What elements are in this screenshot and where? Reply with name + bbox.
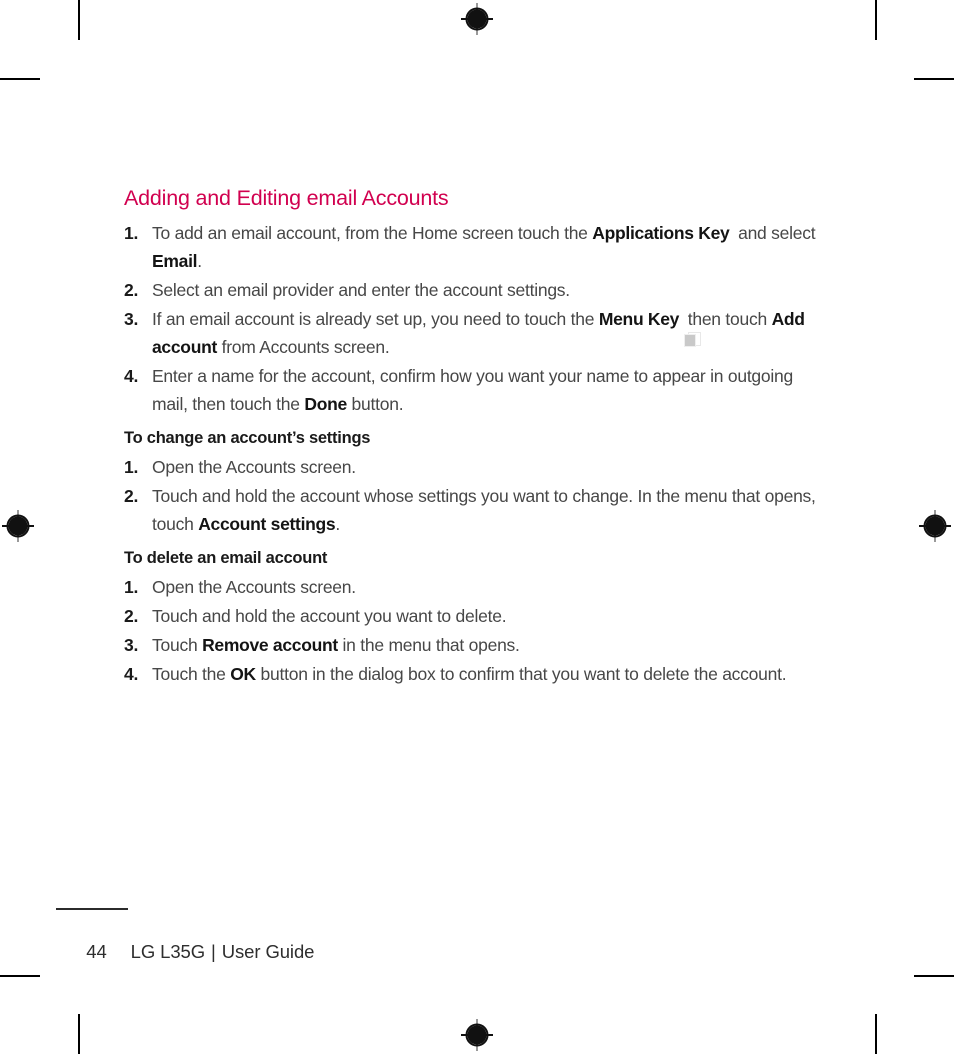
crop-mark-top-left-horizontal bbox=[0, 78, 40, 80]
list-item-number: 4. bbox=[124, 664, 139, 685]
list-item-number: 4. bbox=[124, 365, 139, 386]
list-item: 1. Open the Accounts screen. bbox=[124, 453, 830, 481]
list-item: 1. Open the Accounts screen. bbox=[124, 573, 830, 601]
subsection-heading: To change an account’s settings bbox=[124, 428, 371, 447]
list-item: 3. Touch Remove account in the menu that … bbox=[124, 631, 830, 659]
menu-key-front-square bbox=[684, 333, 697, 347]
list-item: 4. Enter a name for the account, confirm … bbox=[124, 362, 830, 418]
body-text: in the menu that opens. bbox=[337, 635, 520, 656]
applications-key-dot bbox=[735, 246, 741, 252]
emphasized-text: OK bbox=[230, 664, 256, 685]
footer-product-name: LG L35G bbox=[130, 940, 206, 962]
emphasized-text: Remove account bbox=[202, 635, 338, 656]
footer-separator: | bbox=[211, 940, 216, 962]
list-item-number: 2. bbox=[124, 606, 139, 627]
body-text: Select an email provider and enter the a… bbox=[152, 279, 570, 300]
body-text: . bbox=[197, 250, 202, 271]
page-title: Adding and Editing email Accounts bbox=[124, 186, 449, 210]
crop-mark-bottom-right-horizontal bbox=[914, 975, 954, 977]
crop-mark-bottom-right-vertical bbox=[875, 1014, 877, 1054]
list-item-number: 1. bbox=[124, 457, 139, 478]
body-text: button. bbox=[346, 393, 404, 414]
crop-mark-top-right-vertical bbox=[875, 0, 877, 40]
list-item: 3. If an email account is already set up,… bbox=[124, 305, 830, 361]
body-text: Touch bbox=[152, 635, 203, 656]
list-item: 2. Select an email provider and enter the… bbox=[124, 276, 830, 304]
body-text: To add an email account, from the Home s… bbox=[152, 222, 593, 243]
crop-mark-bottom-left-vertical bbox=[78, 1014, 80, 1054]
applications-key-dot bbox=[743, 254, 749, 260]
list-item-number: 2. bbox=[124, 279, 139, 300]
list-item-number: 3. bbox=[124, 308, 139, 329]
registration-mark-bottom bbox=[461, 1019, 493, 1051]
list-item-number: 1. bbox=[124, 222, 139, 243]
body-text: Open the Accounts screen. bbox=[152, 457, 356, 478]
list-item-number: 1. bbox=[124, 577, 139, 598]
list-item: 2. Touch and hold the account you want to… bbox=[124, 602, 830, 630]
footer-page-number: 44 bbox=[86, 940, 107, 962]
emphasized-text: Account settings bbox=[198, 514, 336, 535]
subsection-step-list: 1. Open the Accounts screen. 2. Touch and h… bbox=[124, 453, 830, 538]
list-item: 1. To add an email account, from the Home… bbox=[124, 219, 830, 275]
crop-mark-bottom-left-horizontal bbox=[0, 975, 40, 977]
document-page: Adding and Editing email Accounts 1. To a… bbox=[0, 0, 954, 1054]
emphasized-text: Email bbox=[152, 250, 198, 271]
registration-mark-left bbox=[2, 510, 34, 542]
crop-mark-top-left-vertical bbox=[78, 0, 80, 40]
body-text: If an email account is already set up, y… bbox=[152, 308, 599, 329]
footer-text: 44 LG L35G | User Guide bbox=[56, 919, 476, 985]
subsection-container: To change an account’s settings 1. Open th… bbox=[124, 427, 830, 689]
crop-mark-top-right-horizontal bbox=[914, 78, 954, 80]
body-text: . bbox=[335, 514, 340, 535]
page-footer: 44 LG L35G | User Guide bbox=[56, 908, 476, 985]
body-text: button in the dialog box to confirm that… bbox=[255, 664, 787, 685]
body-text: Enter a name for the account, confirm ho… bbox=[152, 365, 793, 414]
list-item-number: 3. bbox=[124, 635, 139, 656]
body-text: Touch the bbox=[152, 664, 231, 685]
applications-key-dot bbox=[743, 246, 749, 252]
subsection-heading: To delete an email account bbox=[124, 549, 328, 568]
page-content: Adding and Editing email Accounts 1. To a… bbox=[124, 186, 830, 689]
subsection-step-list: 1. Open the Accounts screen. 2. Touch and h… bbox=[124, 573, 830, 688]
footer-divider bbox=[56, 908, 128, 910]
list-item: 2. Touch and hold the account whose setti… bbox=[124, 482, 830, 538]
emphasized-text: Done bbox=[304, 393, 347, 414]
applications-key-dot bbox=[735, 254, 741, 260]
emphasized-text: Menu Key bbox=[598, 308, 680, 329]
body-text: then touch bbox=[683, 308, 772, 329]
body-text: Touch and hold the account you want to d… bbox=[152, 606, 507, 627]
registration-mark-right bbox=[919, 510, 951, 542]
list-item-number: 2. bbox=[124, 486, 139, 507]
registration-mark-top bbox=[461, 3, 493, 35]
body-text: and select bbox=[733, 222, 816, 243]
list-item: 4. Touch the OK button in the dialog box … bbox=[124, 660, 830, 688]
emphasized-text: Applications Key bbox=[592, 222, 730, 243]
footer-guide-label: User Guide bbox=[221, 940, 315, 962]
main-step-list: 1. To add an email account, from the Home… bbox=[124, 219, 830, 418]
body-text: from Accounts screen. bbox=[217, 336, 390, 357]
body-text: Open the Accounts screen. bbox=[152, 577, 356, 598]
